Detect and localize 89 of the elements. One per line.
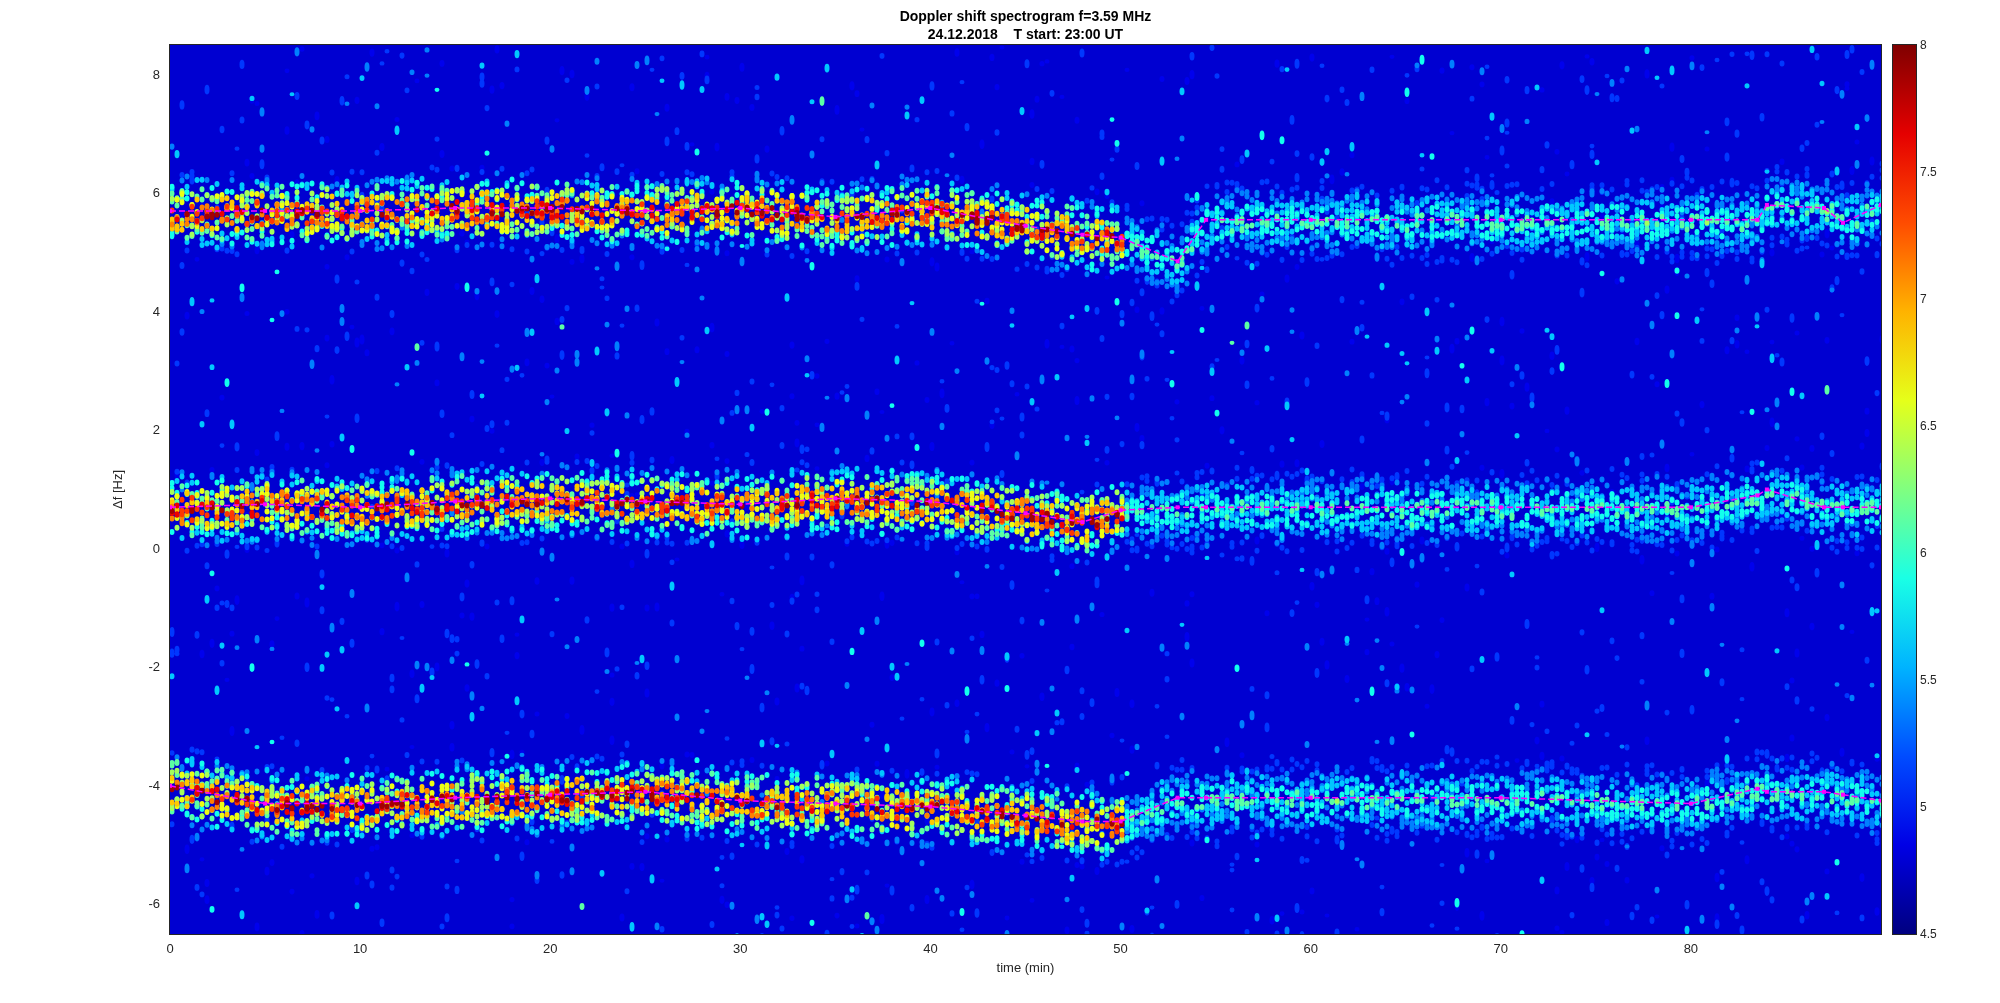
point [263,208,268,213]
point [1822,505,1826,510]
y-tick-label: 6 [152,185,160,202]
point [833,496,838,501]
point [1023,223,1028,228]
y-tick-label: -6 [148,896,160,913]
point [358,208,363,213]
y-tick-label: 8 [152,66,160,83]
point [1175,505,1180,510]
colorbar-tick-label: 7 [1920,292,1927,306]
point [643,499,648,504]
y-tick-label: 4 [152,303,160,320]
point [928,499,933,504]
point [263,502,268,507]
point [1755,786,1760,791]
point [1755,217,1760,222]
point [1822,206,1826,210]
plot-title: Doppler shift spectrogram f=3.59 MHz [899,7,1152,25]
x-tick-label: 30 [733,941,748,957]
point [1308,795,1313,800]
x-tick-label: 20 [543,941,558,957]
point [1764,789,1769,794]
y-tick-label: 0 [152,540,160,557]
point [1204,217,1209,222]
colorbar-tick-label: 8 [1920,38,1927,52]
colorbar-tick-label: 5 [1920,800,1927,814]
point [928,804,933,809]
point [1755,493,1760,498]
point [643,208,648,213]
point [548,496,553,501]
point [1175,795,1180,800]
point [1080,232,1085,237]
colorbar-tick-label: 4.5 [1920,927,1937,941]
point [1118,819,1123,824]
y-axis-label: Δf [Hz] [110,470,126,509]
point [1841,220,1845,225]
point [1308,217,1313,222]
point [548,206,553,210]
x-tick-label: 70 [1493,941,1508,957]
point [1118,508,1123,513]
colorbar-tick-label: 5.5 [1920,673,1937,687]
point [1764,203,1769,207]
point [1023,813,1028,818]
x-tick-label: 50 [1113,941,1128,957]
point [833,214,838,219]
point [1764,487,1769,492]
x-tick-label: 80 [1683,941,1699,957]
point [928,206,933,210]
colorbar-tick-label: 6 [1920,546,1927,560]
point [1841,792,1845,797]
x-tick-label: 60 [1303,941,1318,957]
point [1204,505,1209,510]
point [263,801,268,806]
point [1688,505,1693,510]
point [1204,795,1209,800]
point [1498,505,1503,510]
x-tick-label: 0 [166,941,174,957]
point [1080,520,1085,525]
point [738,798,743,803]
x-tick-label: 40 [923,941,938,957]
colorbar-tick-label: 7.5 [1920,165,1937,179]
point [1023,511,1028,516]
point [1118,235,1123,240]
point [1688,801,1693,806]
point [1498,795,1503,800]
point [1080,819,1085,824]
point [738,206,743,210]
y-tick-label: -4 [148,777,160,794]
point [643,789,648,794]
point [1498,217,1503,222]
point [1175,259,1180,264]
point [1841,505,1845,510]
x-axis-label: time (min) [996,960,1055,976]
colorbar-tick-label: 6.5 [1920,419,1937,433]
point [453,499,458,504]
x-tick-label: 10 [352,941,368,957]
point [738,502,743,507]
point [1688,217,1693,222]
point [358,801,363,806]
point [358,505,363,510]
point [1308,505,1313,510]
point [453,206,458,210]
point [453,795,458,800]
y-tick-label: 2 [152,422,160,439]
point [548,792,553,797]
plot-subtitle: 24.12.2018 T start: 23:00 UT [927,25,1124,43]
point [833,801,838,806]
y-tick-label: -2 [148,659,160,676]
point [1822,789,1826,794]
